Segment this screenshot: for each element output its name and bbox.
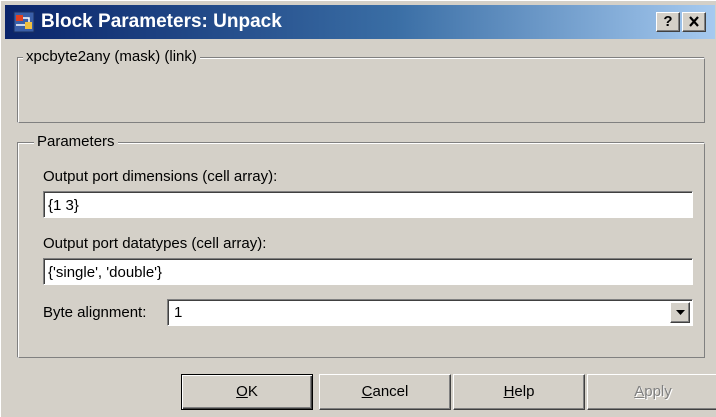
description-group xyxy=(17,57,705,123)
close-button[interactable] xyxy=(682,12,706,32)
chevron-down-icon xyxy=(676,310,685,315)
cancel-label: ancel xyxy=(372,383,409,400)
apply-button[interactable]: Apply xyxy=(587,374,716,410)
cancel-mnemonic: C xyxy=(361,383,373,400)
byte-alignment-select[interactable]: 1 xyxy=(167,299,693,326)
output-dimensions-input[interactable] xyxy=(43,191,693,218)
ok-mnemonic: O xyxy=(236,383,248,400)
apply-label: pply xyxy=(644,383,672,400)
help-mnemonic: H xyxy=(503,383,515,400)
title-bar[interactable]: Block Parameters: Unpack ? xyxy=(5,5,715,39)
help-label: elp xyxy=(514,383,535,400)
byte-alignment-value: 1 xyxy=(174,304,183,321)
window-title: Block Parameters: Unpack xyxy=(41,11,282,32)
close-icon xyxy=(689,16,699,27)
byte-alignment-label: Byte alignment: xyxy=(43,304,147,321)
output-datatypes-label: Output port datatypes (cell array): xyxy=(43,235,267,252)
output-dimensions-label: Output port dimensions (cell array): xyxy=(43,168,278,185)
block-parameters-dialog: Block Parameters: Unpack ? xpcbyte2any (… xyxy=(0,0,716,417)
context-help-button[interactable]: ? xyxy=(656,12,680,32)
apply-mnemonic: A xyxy=(634,383,645,400)
ok-button[interactable]: OK xyxy=(181,374,313,410)
output-datatypes-input[interactable] xyxy=(43,258,693,285)
cancel-button[interactable]: Cancel xyxy=(319,374,451,410)
simulink-block-icon xyxy=(13,11,35,33)
dropdown-button[interactable] xyxy=(670,302,690,323)
ok-label: K xyxy=(247,383,258,400)
description-group-title: xpcbyte2any (mask) (link) xyxy=(23,48,200,66)
parameters-group-title: Parameters xyxy=(34,133,118,151)
help-button[interactable]: Help xyxy=(453,374,585,410)
